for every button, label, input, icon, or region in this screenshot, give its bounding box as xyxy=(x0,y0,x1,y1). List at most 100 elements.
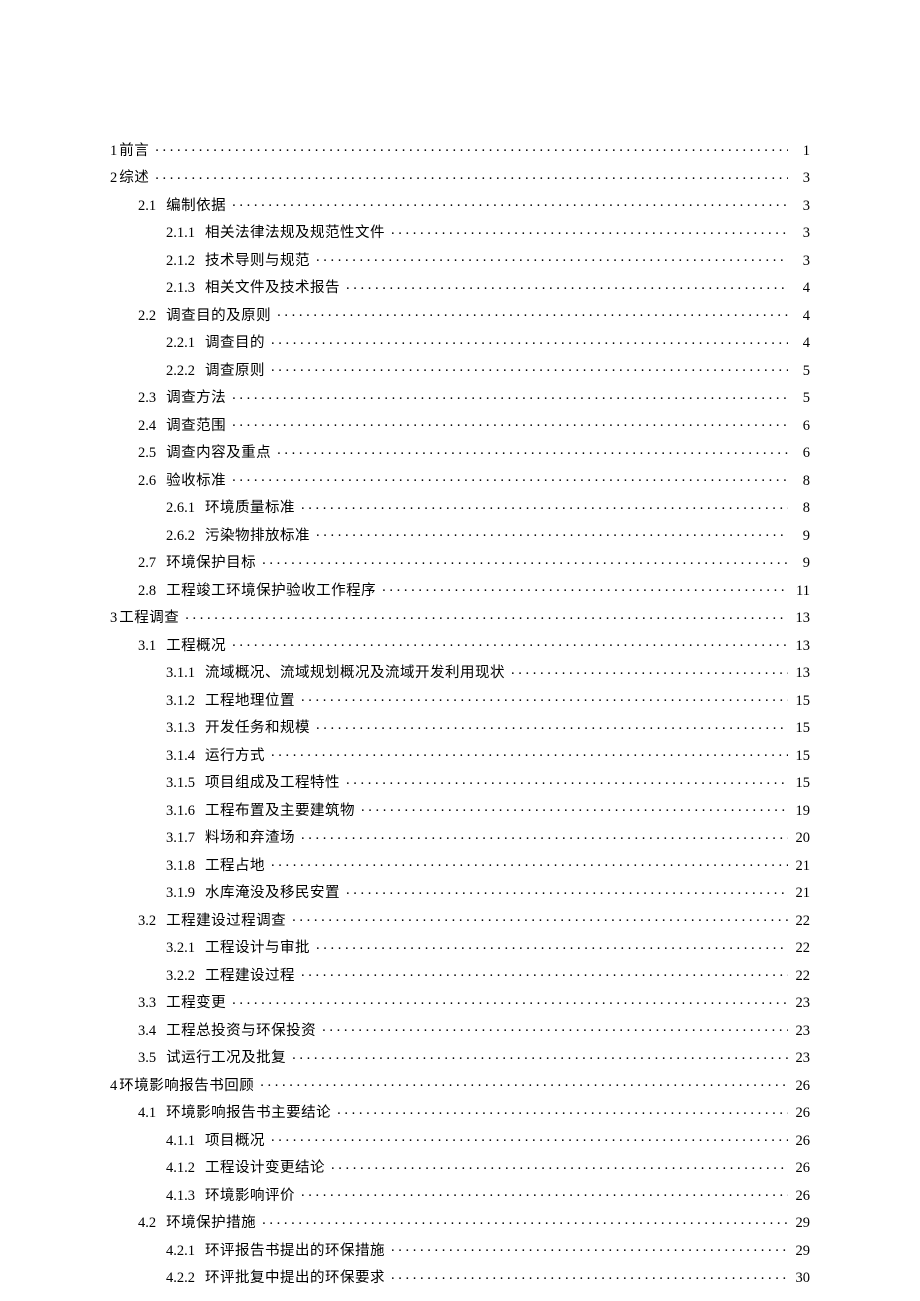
toc-label: 环境保护目标 xyxy=(166,556,256,571)
toc-entry: 2.5调查内容及重点6 xyxy=(110,443,810,461)
toc-entry: 2.1.3相关文件及技术报告4 xyxy=(110,278,810,296)
toc-page-number: 15 xyxy=(792,721,810,736)
toc-page-number: 3 xyxy=(792,171,810,186)
toc-number: 2.1 xyxy=(138,199,156,214)
toc-label: 工程总投资与环保投资 xyxy=(166,1024,316,1039)
toc-number: 2 xyxy=(110,171,117,186)
toc-label: 试运行工况及批复 xyxy=(166,1051,286,1066)
toc-label: 工程调查 xyxy=(119,611,179,626)
toc-page-number: 22 xyxy=(792,969,810,984)
dot-leaders xyxy=(391,1268,788,1283)
toc-page-number: 8 xyxy=(792,501,810,516)
toc-page-number: 26 xyxy=(792,1189,810,1204)
toc-number: 2.1.3 xyxy=(166,281,195,296)
toc-number: 3.1.6 xyxy=(166,804,195,819)
toc-page-number: 26 xyxy=(792,1161,810,1176)
toc-label: 环境影响评价 xyxy=(205,1189,295,1204)
toc-page-number: 30 xyxy=(792,1271,810,1286)
toc-page-number: 21 xyxy=(792,886,810,901)
toc-label: 环境质量标准 xyxy=(205,501,295,516)
toc-number: 3.2 xyxy=(138,914,156,929)
toc-entry: 3.1.6工程布置及主要建筑物19 xyxy=(110,800,810,818)
toc-page-number: 11 xyxy=(792,584,810,599)
toc-label: 项目组成及工程特性 xyxy=(205,776,340,791)
dot-leaders xyxy=(361,800,788,815)
toc-label: 调查方法 xyxy=(166,391,226,406)
toc-label: 运行方式 xyxy=(205,749,265,764)
toc-entry: 2综述 3 xyxy=(110,168,810,186)
toc-page-number: 3 xyxy=(792,254,810,269)
toc-number: 3 xyxy=(110,611,117,626)
toc-entry: 2.6.1 环境质量标准 8 xyxy=(110,498,810,516)
toc-number: 3.1.5 xyxy=(166,776,195,791)
toc-number: 2.5 xyxy=(138,446,156,461)
toc-page-number: 15 xyxy=(792,749,810,764)
toc-page-number: 9 xyxy=(792,529,810,544)
toc-page-number: 29 xyxy=(792,1244,810,1259)
toc-entry: 4.2.1环评报告书提出的环保措施29 xyxy=(110,1240,810,1258)
dot-leaders xyxy=(292,910,788,925)
toc-page-number: 23 xyxy=(792,1051,810,1066)
dot-leaders xyxy=(292,1048,788,1063)
dot-leaders xyxy=(185,608,788,623)
toc-label: 编制依据 xyxy=(166,199,226,214)
toc-label: 验收标准 xyxy=(166,474,226,489)
toc-label: 工程概况 xyxy=(166,639,226,654)
toc-number: 4.1 xyxy=(138,1106,156,1121)
toc-page-number: 3 xyxy=(792,226,810,241)
toc-number: 3.1.2 xyxy=(166,694,195,709)
toc-number: 2.4 xyxy=(138,419,156,434)
toc-page-number: 15 xyxy=(792,776,810,791)
toc-label: 相关法律法规及规范性文件 xyxy=(205,226,385,241)
dot-leaders xyxy=(271,360,788,375)
toc-label: 环境影响报告书回顾 xyxy=(119,1079,254,1094)
toc-label: 项目概况 xyxy=(205,1134,265,1149)
toc-number: 3.1.3 xyxy=(166,721,195,736)
dot-leaders xyxy=(232,993,788,1008)
dot-leaders xyxy=(301,828,788,843)
toc-entry: 3.2.1工程设计与审批22 xyxy=(110,938,810,956)
toc-page-number: 23 xyxy=(792,996,810,1011)
dot-leaders xyxy=(262,553,788,568)
toc-number: 2.3 xyxy=(138,391,156,406)
toc-entry: 4.1环境影响报告书主要结论26 xyxy=(110,1103,810,1121)
toc-label: 工程设计变更结论 xyxy=(205,1161,325,1176)
toc-entry: 2.7环境保护目标9 xyxy=(110,553,810,571)
dot-leaders xyxy=(301,1185,788,1200)
toc-number: 2.8 xyxy=(138,584,156,599)
toc-entry: 4.1.1项目概况26 xyxy=(110,1130,810,1148)
dot-leaders xyxy=(316,525,788,540)
dot-leaders xyxy=(331,1158,788,1173)
dot-leaders xyxy=(316,718,788,733)
toc-entry: 2.8工程竣工环境保护验收工作程序11 xyxy=(110,580,810,598)
toc-entry: 3.3工程变更23 xyxy=(110,993,810,1011)
toc-number: 3.2.2 xyxy=(166,969,195,984)
toc-label: 工程布置及主要建筑物 xyxy=(205,804,355,819)
toc-entry: 2.2.1调查目的4 xyxy=(110,333,810,351)
toc-number: 4.1.2 xyxy=(166,1161,195,1176)
toc-label: 综述 xyxy=(119,171,149,186)
toc-label: 工程建设过程调查 xyxy=(166,914,286,929)
toc-entry: 3.1工程概况13 xyxy=(110,635,810,653)
dot-leaders xyxy=(346,883,788,898)
toc-entry: 3.1.8工程占地21 xyxy=(110,855,810,873)
toc-page-number: 5 xyxy=(792,391,810,406)
toc-page-number: 13 xyxy=(792,611,810,626)
toc-label: 调查原则 xyxy=(205,364,265,379)
toc-page-number: 9 xyxy=(792,556,810,571)
toc-entry: 2.2调查目的及原则4 xyxy=(110,305,810,323)
toc-page-number: 13 xyxy=(792,666,810,681)
dot-leaders xyxy=(322,1020,788,1035)
toc-page-number: 26 xyxy=(792,1134,810,1149)
toc-entry: 2.2.2调查原则5 xyxy=(110,360,810,378)
toc-label: 环评批复中提出的环保要求 xyxy=(205,1271,385,1286)
toc-number: 2.6.1 xyxy=(166,501,195,516)
toc-page-number: 1 xyxy=(792,144,810,159)
toc-label: 环评报告书提出的环保措施 xyxy=(205,1244,385,1259)
toc-number: 3.1 xyxy=(138,639,156,654)
toc-page-number: 15 xyxy=(792,694,810,709)
toc-page-number: 20 xyxy=(792,831,810,846)
dot-leaders xyxy=(262,1213,788,1228)
toc-entry: 3.1.9水库淹没及移民安置21 xyxy=(110,883,810,901)
toc-number: 1 xyxy=(110,144,117,159)
